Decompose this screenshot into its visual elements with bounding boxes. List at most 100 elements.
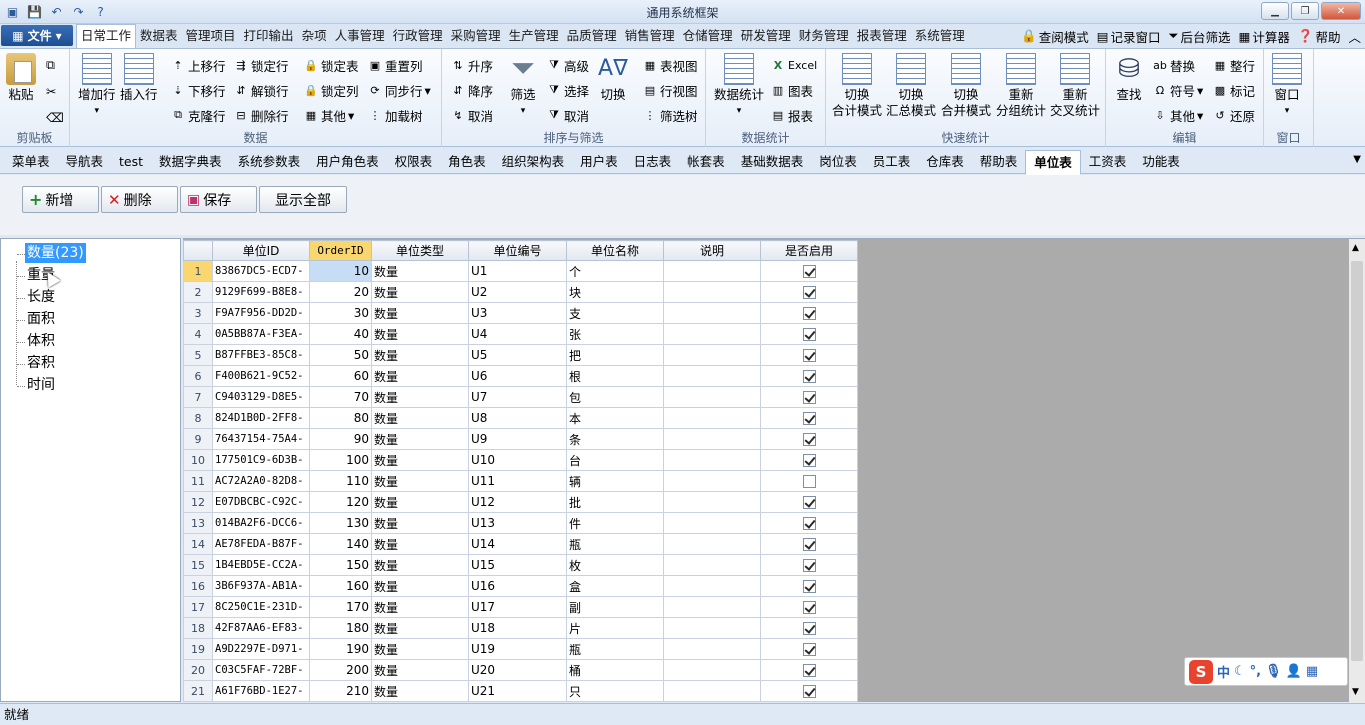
enabled-checkbox[interactable] xyxy=(802,433,816,446)
table-cell[interactable]: 76437154-75A4- xyxy=(212,428,310,450)
table-cell[interactable]: U19 xyxy=(468,638,567,660)
sogou-logo-icon[interactable]: S xyxy=(1189,659,1213,684)
vertical-scrollbar[interactable]: ▲ ▼ xyxy=(1349,239,1365,703)
table-cell[interactable]: 8C250C1E-231D- xyxy=(212,596,310,618)
table-cell[interactable]: AE78FEDA-B87F- xyxy=(212,533,310,555)
table-cell[interactable] xyxy=(663,512,761,534)
enabled-checkbox[interactable] xyxy=(802,496,816,509)
table-cell[interactable]: 本 xyxy=(566,407,664,429)
restore-edit-button[interactable]: ↺ 还原 xyxy=(1212,105,1255,125)
enabled-checkbox[interactable] xyxy=(802,286,816,299)
enabled-checkbox[interactable] xyxy=(802,454,816,467)
summary-mode-button[interactable]: 切换 汇总模式 xyxy=(886,53,936,119)
column-header[interactable]: 是否启用 xyxy=(760,240,858,261)
table-row[interactable]: 4 0A5BB87A-F3EA- 40 数量 U4 张 xyxy=(183,323,858,345)
row-number[interactable]: 11 xyxy=(183,470,213,492)
table-cell[interactable]: 42F87AA6-EF83- xyxy=(212,617,310,639)
enabled-checkbox-cell[interactable] xyxy=(760,428,858,450)
reset-column-button[interactable]: ▣ 重置列 xyxy=(367,55,423,75)
table-cell[interactable]: 10 xyxy=(309,260,372,282)
row-number[interactable]: 18 xyxy=(183,617,213,639)
group-stats-button[interactable]: 重新 分组统计 xyxy=(996,53,1046,119)
enabled-checkbox[interactable] xyxy=(802,622,816,635)
clone-row-button[interactable]: ⧉ 克隆行 xyxy=(170,105,225,125)
cancel-filter-button[interactable]: ⧩ 取消 xyxy=(546,105,589,125)
table-cell[interactable]: U13 xyxy=(468,512,567,534)
menu-16[interactable]: 系统管理 xyxy=(911,24,969,48)
table-row[interactable]: 3 F9A7F956-DD2D- 30 数量 U3 支 xyxy=(183,302,858,324)
table-cell[interactable]: 83867DC5-ECD7- xyxy=(212,260,310,282)
row-view-button[interactable]: ▤ 行视图 xyxy=(642,80,698,100)
enabled-checkbox-cell[interactable] xyxy=(760,470,858,492)
tab-5[interactable]: 系统参数表 xyxy=(230,150,309,175)
enabled-checkbox[interactable] xyxy=(802,307,816,320)
tab-9[interactable]: 组织架构表 xyxy=(494,150,573,175)
tab-16[interactable]: 仓库表 xyxy=(918,150,972,175)
report-button[interactable]: ▤ 报表 xyxy=(770,105,813,125)
table-cell[interactable]: U9 xyxy=(468,428,567,450)
table-cell[interactable] xyxy=(663,659,761,681)
enabled-checkbox[interactable] xyxy=(802,370,816,383)
column-header[interactable]: 单位ID xyxy=(212,240,310,261)
enabled-checkbox-cell[interactable] xyxy=(760,449,858,471)
table-row[interactable]: 2 9129F699-B8E8- 20 数量 U2 块 xyxy=(183,281,858,303)
select-all-corner[interactable] xyxy=(183,240,213,261)
table-cell[interactable]: 数量 xyxy=(371,407,469,429)
tab-11[interactable]: 日志表 xyxy=(626,150,680,175)
scroll-up-icon[interactable]: ▲ xyxy=(1352,243,1359,253)
column-header[interactable]: 单位名称 xyxy=(566,240,664,261)
lock-table-button[interactable]: 🔒 锁定表 xyxy=(303,55,358,75)
filter-button[interactable]: ⏷ 筛选 ▾ xyxy=(508,53,538,119)
enabled-checkbox-cell[interactable] xyxy=(760,491,858,513)
table-row[interactable]: 16 3B6F937A-AB1A- 160 数量 U16 盒 xyxy=(183,575,858,597)
table-cell[interactable] xyxy=(663,575,761,597)
move-down-button[interactable]: ⇣ 下移行 xyxy=(170,80,225,100)
row-number[interactable]: 7 xyxy=(183,386,213,408)
row-number[interactable]: 10 xyxy=(183,449,213,471)
table-cell[interactable]: U2 xyxy=(468,281,567,303)
tab-15[interactable]: 员工表 xyxy=(865,150,919,175)
tab-8[interactable]: 角色表 xyxy=(440,150,494,175)
enabled-checkbox[interactable] xyxy=(802,475,816,488)
table-cell[interactable]: 50 xyxy=(309,344,372,366)
table-cell[interactable]: 数量 xyxy=(371,680,469,702)
background-filter-button[interactable]: ⏷ 后台筛选 xyxy=(1169,27,1231,46)
tree-node[interactable]: 时间 xyxy=(27,375,55,395)
table-cell[interactable]: 副 xyxy=(566,596,664,618)
tree-node[interactable]: 面积 xyxy=(27,309,55,329)
table-cell[interactable]: 70 xyxy=(309,386,372,408)
table-cell[interactable]: 片 xyxy=(566,617,664,639)
close-button[interactable]: ✕ xyxy=(1321,2,1361,20)
table-cell[interactable]: U10 xyxy=(468,449,567,471)
table-cell[interactable]: 枚 xyxy=(566,554,664,576)
table-row[interactable]: 5 B87FFBE3-85C8- 50 数量 U5 把 xyxy=(183,344,858,366)
table-cell[interactable] xyxy=(663,449,761,471)
table-cell[interactable] xyxy=(663,554,761,576)
paste-button[interactable]: 粘贴 xyxy=(6,53,36,103)
tab-list-dropdown-icon[interactable]: ▼ xyxy=(1353,154,1361,165)
table-cell[interactable]: 把 xyxy=(566,344,664,366)
table-cell[interactable] xyxy=(663,302,761,324)
replace-button[interactable]: ab 替换 xyxy=(1152,55,1195,75)
tab-10[interactable]: 用户表 xyxy=(572,150,626,175)
enabled-checkbox-cell[interactable] xyxy=(760,512,858,534)
table-cell[interactable]: 80 xyxy=(309,407,372,429)
enabled-checkbox-cell[interactable] xyxy=(760,533,858,555)
menu-11[interactable]: 销售管理 xyxy=(621,24,679,48)
file-menu-button[interactable]: ▦ 文件 ▾ xyxy=(1,25,73,46)
scroll-thumb[interactable] xyxy=(1351,261,1363,661)
table-row[interactable]: 8 824D1B0D-2FF8- 80 数量 U8 本 xyxy=(183,407,858,429)
ribbon-collapse-icon[interactable]: ︿ xyxy=(1348,27,1361,46)
insert-row-button[interactable]: 插入行 xyxy=(120,53,158,103)
table-cell[interactable]: 数量 xyxy=(371,302,469,324)
save-button[interactable]: ▣ 保存 xyxy=(180,186,257,213)
table-cell[interactable]: U15 xyxy=(468,554,567,576)
table-cell[interactable]: U20 xyxy=(468,659,567,681)
table-cell[interactable]: 支 xyxy=(566,302,664,324)
menu-14[interactable]: 财务管理 xyxy=(795,24,853,48)
table-cell[interactable]: 150 xyxy=(309,554,372,576)
table-cell[interactable]: 数量 xyxy=(371,323,469,345)
filter-tree-button[interactable]: ⋮ 筛选树 xyxy=(642,105,698,125)
table-cell[interactable] xyxy=(663,344,761,366)
symbol-button[interactable]: Ω 符号 ▾ xyxy=(1152,80,1204,100)
